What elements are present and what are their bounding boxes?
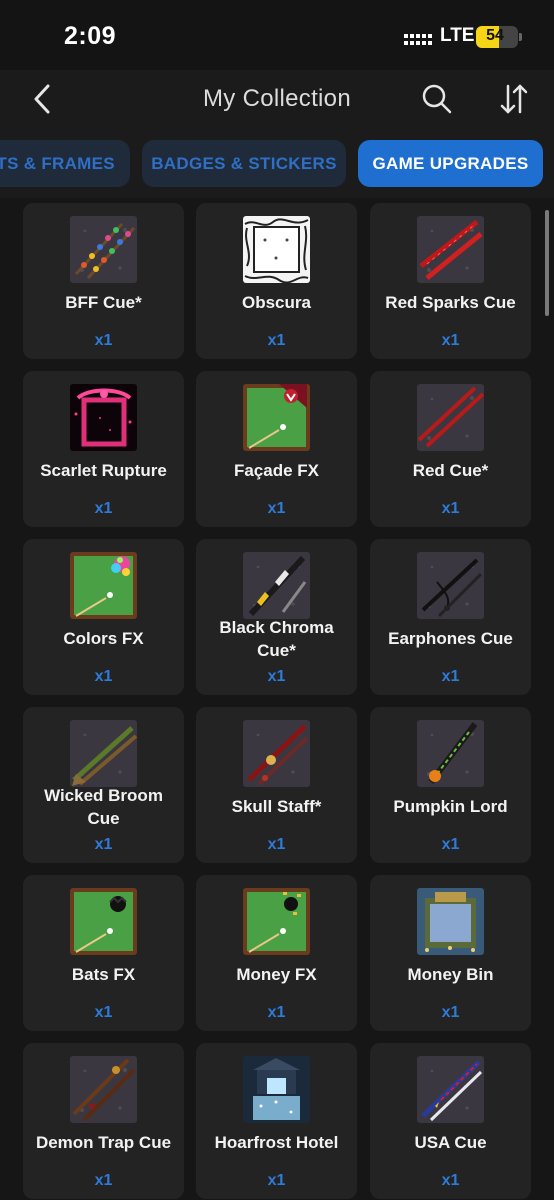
status-bar: 2:09 LTE 54	[0, 0, 554, 70]
item-thumbnail	[417, 552, 484, 619]
network-type: LTE	[440, 25, 475, 46]
item-card[interactable]: Skull Staff* x1	[196, 707, 357, 863]
item-quantity: x1	[267, 500, 286, 517]
item-thumbnail	[243, 720, 310, 787]
item-thumbnail	[417, 216, 484, 283]
item-card[interactable]: Pumpkin Lord x1	[370, 707, 531, 863]
item-thumbnail	[70, 552, 137, 619]
item-thumbnail	[243, 888, 310, 955]
tab-label: ATS & FRAMES	[0, 153, 115, 173]
item-quantity: x1	[441, 1172, 460, 1189]
item-quantity: x1	[94, 668, 113, 685]
item-thumbnail	[70, 384, 137, 451]
status-time: 2:09	[64, 22, 117, 50]
item-quantity: x1	[441, 500, 460, 517]
item-quantity: x1	[94, 836, 113, 853]
sort-icon	[500, 84, 528, 114]
item-grid: BFF Cue* x1 Obscura x1 Red Sparks Cue x1 Scarl…	[0, 198, 554, 1200]
item-thumbnail	[70, 216, 137, 283]
tab-frames[interactable]: ATS & FRAMES	[0, 140, 130, 187]
item-card[interactable]: Red Cue* x1	[370, 371, 531, 527]
tab-game-upgrades[interactable]: GAME UPGRADES	[358, 140, 543, 187]
item-name: Money FX	[236, 965, 317, 984]
item-thumbnail	[417, 384, 484, 451]
item-name: Earphones Cue	[388, 629, 513, 648]
item-thumbnail	[417, 888, 484, 955]
item-name: Scarlet Rupture	[40, 461, 167, 480]
item-quantity: x1	[441, 668, 460, 685]
item-card[interactable]: Hoarfrost Hotel x1	[196, 1043, 357, 1199]
item-card[interactable]: Scarlet Rupture x1	[23, 371, 184, 527]
page-title: My Collection	[203, 85, 351, 112]
item-name: Colors FX	[63, 629, 144, 648]
item-name: Demon Trap Cue	[35, 1133, 172, 1152]
item-name: Wicked Broom Cue	[44, 786, 163, 828]
scrollbar[interactable]	[545, 210, 549, 316]
item-card[interactable]: Money Bin x1	[370, 875, 531, 1031]
tab-badges-stickers[interactable]: BADGES & STICKERS	[142, 140, 346, 187]
item-thumbnail	[243, 216, 310, 283]
item-card[interactable]: Demon Trap Cue x1	[23, 1043, 184, 1199]
item-name: Black Chroma Cue*	[219, 618, 334, 660]
battery-tip	[519, 33, 522, 41]
signal-icon	[404, 34, 432, 45]
item-card[interactable]: Colors FX x1	[23, 539, 184, 695]
item-name: BFF Cue*	[65, 293, 142, 312]
item-thumbnail	[70, 720, 137, 787]
item-name: Money Bin	[407, 965, 494, 984]
item-card[interactable]: Bats FX x1	[23, 875, 184, 1031]
item-card[interactable]: Obscura x1	[196, 203, 357, 359]
item-name: Hoarfrost Hotel	[214, 1133, 339, 1152]
item-name: Bats FX	[71, 965, 136, 984]
item-thumbnail	[243, 384, 310, 451]
item-quantity: x1	[267, 668, 286, 685]
item-card[interactable]: Black Chroma Cue* x1	[196, 539, 357, 695]
battery-icon: 54	[476, 26, 518, 48]
item-card[interactable]: Wicked Broom Cue x1	[23, 707, 184, 863]
header: My Collection	[0, 70, 554, 128]
item-name: USA Cue	[414, 1133, 487, 1152]
search-button[interactable]	[420, 82, 454, 116]
item-quantity: x1	[94, 1004, 113, 1021]
battery-level: 54	[486, 27, 504, 44]
item-card[interactable]: BFF Cue* x1	[23, 203, 184, 359]
item-quantity: x1	[441, 332, 460, 349]
item-thumbnail	[70, 1056, 137, 1123]
item-card[interactable]: Red Sparks Cue x1	[370, 203, 531, 359]
item-quantity: x1	[441, 1004, 460, 1021]
item-quantity: x1	[441, 836, 460, 853]
item-name: Obscura	[242, 293, 311, 312]
item-thumbnail	[417, 720, 484, 787]
item-card[interactable]: Earphones Cue x1	[370, 539, 531, 695]
item-thumbnail	[243, 1056, 310, 1123]
item-card[interactable]: Façade FX x1	[196, 371, 357, 527]
sort-button[interactable]	[498, 82, 530, 116]
item-quantity: x1	[267, 332, 286, 349]
item-quantity: x1	[94, 332, 113, 349]
item-card[interactable]: Money FX x1	[196, 875, 357, 1031]
item-thumbnail	[417, 1056, 484, 1123]
item-thumbnail	[243, 552, 310, 619]
item-thumbnail	[70, 888, 137, 955]
item-card[interactable]: USA Cue x1	[370, 1043, 531, 1199]
item-name: Skull Staff*	[231, 797, 322, 816]
item-name: Pumpkin Lord	[393, 797, 508, 816]
item-name: Façade FX	[233, 461, 320, 480]
item-name: Red Sparks Cue	[385, 293, 516, 312]
item-quantity: x1	[267, 1172, 286, 1189]
item-name: Red Cue*	[412, 461, 489, 480]
search-icon	[422, 84, 452, 114]
item-quantity: x1	[267, 836, 286, 853]
tab-label: GAME UPGRADES	[372, 153, 529, 173]
category-tabs: ATS & FRAMES BADGES & STICKERS GAME UPGR…	[0, 128, 554, 198]
item-quantity: x1	[94, 1172, 113, 1189]
item-quantity: x1	[94, 500, 113, 517]
item-quantity: x1	[267, 1004, 286, 1021]
tab-label: BADGES & STICKERS	[151, 153, 337, 173]
